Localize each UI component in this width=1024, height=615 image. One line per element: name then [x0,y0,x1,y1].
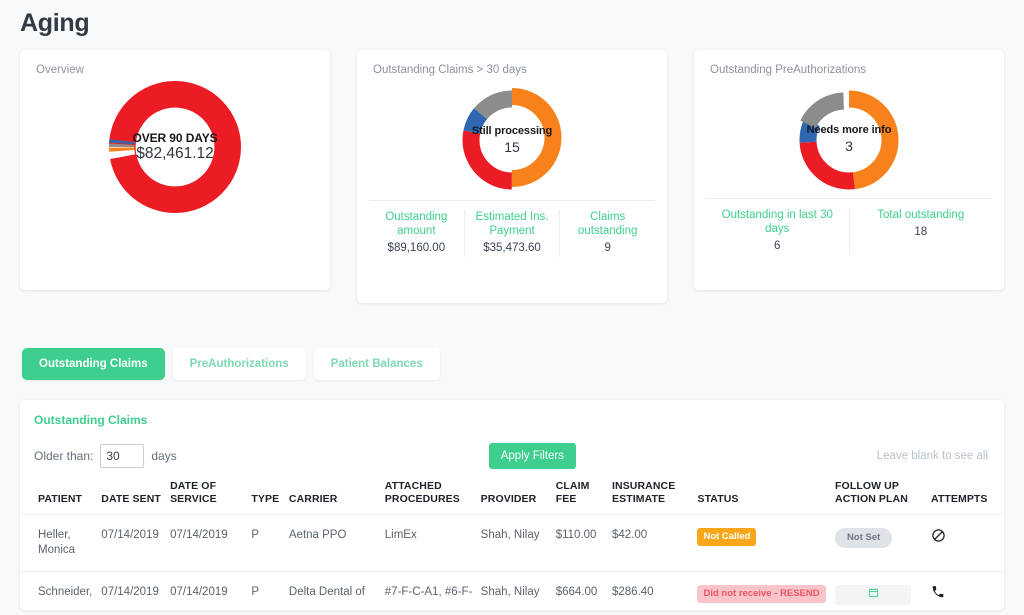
cell-provider: Shah, Nilay [480,571,556,610]
cell-insurance-estimate: $286.40 [612,571,698,610]
col-date-of-service[interactable]: DATE OF SERVICE [170,480,252,515]
stat-total-outstanding-value: 18 [914,226,928,238]
outstanding-claims-stats: Outstanding amount $89,160.00 Estimated … [369,200,655,257]
no-entry-icon[interactable] [931,528,946,543]
cell-claim-fee: $110.00 [555,514,612,572]
overview-donut-chart: OVER 90 DAYS $82,461.12 [107,79,243,215]
status-badge[interactable]: Did not receive - RESEND [697,585,826,603]
card-outstanding-preauthorizations: Outstanding PreAuthorizations Needs more… [694,50,1004,290]
page-title: Aging [20,9,90,37]
status-badge[interactable]: Not Called [697,528,757,546]
stat-estimated-ins-payment-value: $35,473.60 [483,242,541,254]
col-patient[interactable]: PATIENT [20,480,102,515]
col-status[interactable]: STATUS [697,480,836,515]
cell-patient: Heller, Monica [20,514,102,572]
col-type[interactable]: TYPE [251,480,289,515]
col-carrier[interactable]: CARRIER [288,480,385,515]
cell-provider: Shah, Nilay [480,514,556,572]
cell-action-plan [835,571,931,610]
cell-status: Not Called [697,514,836,572]
stat-outstanding-amount-value: $89,160.00 [387,242,446,254]
card-overview-title: Overview [36,64,84,76]
filter-row: Older than: days Apply Filters Leave bla… [20,427,1004,469]
cell-attached-procedures: #7-F-C-A1, #6-F- [384,571,481,610]
stat-outstanding-amount: Outstanding amount $89,160.00 [369,210,464,257]
stat-claims-outstanding-value: 9 [604,242,611,254]
cell-insurance-estimate: $42.00 [612,514,698,572]
overview-donut-svg [109,81,241,213]
section-tabs: Outstanding Claims PreAuthorizations Pat… [0,303,1024,380]
outstanding-claims-panel: Outstanding Claims Older than: days Appl… [20,400,1004,610]
col-date-sent[interactable]: DATE SENT [101,480,171,515]
col-follow-up-action-plan[interactable]: FOLLOW UP ACTION PLAN [835,480,931,515]
cell-type: P [251,571,289,610]
older-than-label: Older than: [34,449,94,463]
outstanding-claims-donut-chart: Still processing 15 [449,80,575,200]
cell-status: Did not receive - RESEND [697,571,836,610]
phone-icon[interactable] [931,585,945,599]
leave-blank-hint: Leave blank to see all [876,450,988,462]
card-overview: Overview OVER 90 DAYS $82,461.12 [20,50,330,290]
cell-date-sent: 07/14/2019 [101,571,171,610]
cell-attached-procedures: LimEx [384,514,481,572]
action-plan-calendar-button[interactable] [835,585,912,605]
card-outstanding-preauthorizations-title: Outstanding PreAuthorizations [710,64,866,76]
preauth-donut-wrap: Needs more info 3 [694,80,1004,198]
tab-outstanding-claims[interactable]: Outstanding Claims [22,348,165,380]
stat-claims-outstanding-label: Claims outstanding [577,211,638,237]
stat-claims-outstanding: Claims outstanding 9 [559,210,655,257]
outstanding-claims-donut-svg [462,88,562,190]
table-header-row: PATIENT DATE SENT DATE OF SERVICE TYPE C… [20,480,1004,515]
days-unit-label: days [151,449,177,463]
col-attached-procedures[interactable]: ATTACHED PROCEDURES [384,480,481,515]
cell-type: P [251,514,289,572]
older-than-days-input[interactable] [100,444,145,468]
panel-title: Outstanding Claims [34,413,148,427]
cell-patient: Schneider, [20,571,102,610]
stat-total-outstanding: Total outstanding 18 [848,208,993,255]
cell-attempts [930,571,1004,610]
cell-date-of-service: 07/14/2019 [170,514,252,572]
cell-attempts [930,514,1004,572]
stat-outstanding-last-30-days: Outstanding in last 30 days 6 [706,208,849,255]
summary-cards-row: Overview OVER 90 DAYS $82,461.12 Outstan… [0,38,1024,303]
preauth-donut-chart: Needs more info 3 [786,80,912,198]
tab-patient-balances[interactable]: Patient Balances [313,348,440,380]
preauth-donut-svg [795,90,899,192]
aging-page: Aging Overview OVER 90 DAYS $82,461.12 O… [0,0,1024,615]
card-outstanding-claims-title: Outstanding Claims > 30 days [373,64,527,76]
card-outstanding-claims: Outstanding Claims > 30 days Still proce… [357,50,667,303]
col-attempts[interactable]: ATTEMPTS [930,480,1004,515]
outstanding-claims-table: PATIENT DATE SENT DATE OF SERVICE TYPE C… [20,480,1004,610]
tab-preauthorizations[interactable]: PreAuthorizations [172,348,306,380]
col-provider[interactable]: PROVIDER [480,480,556,515]
cell-action-plan: Not Set [835,514,931,572]
cell-date-sent: 07/14/2019 [101,514,171,572]
calendar-icon [868,588,878,598]
stat-total-outstanding-label: Total outstanding [877,209,965,221]
table-row[interactable]: Schneider, 07/14/2019 07/14/2019 P Delta… [20,571,1004,610]
cell-date-of-service: 07/14/2019 [170,571,252,610]
outstanding-claims-donut-wrap: Still processing 15 [357,80,667,200]
apply-filters-button[interactable]: Apply Filters [488,443,577,469]
stat-estimated-ins-payment: Estimated Ins. Payment $35,473.60 [463,210,560,257]
overview-donut-wrap: OVER 90 DAYS $82,461.12 [20,79,330,215]
col-claim-fee[interactable]: CLAIM FEE [555,480,612,515]
stat-outstanding-amount-label: Outstanding amount [385,211,448,237]
stat-estimated-ins-payment-label: Estimated Ins. Payment [475,211,549,237]
cell-claim-fee: $664.00 [555,571,612,610]
table-row[interactable]: Heller, Monica 07/14/2019 07/14/2019 P A… [20,514,1004,572]
preauth-stats: Outstanding in last 30 days 6 Total outs… [706,198,992,255]
col-insurance-estimate[interactable]: INSURANCE ESTIMATE [612,480,698,515]
cell-carrier: Delta Dental of [288,571,385,610]
action-plan-pill[interactable]: Not Set [835,528,893,548]
cell-carrier: Aetna PPO [288,514,385,572]
stat-outstanding-last-30-days-label: Outstanding in last 30 days [721,209,833,235]
stat-outstanding-last-30-days-value: 6 [774,240,781,252]
